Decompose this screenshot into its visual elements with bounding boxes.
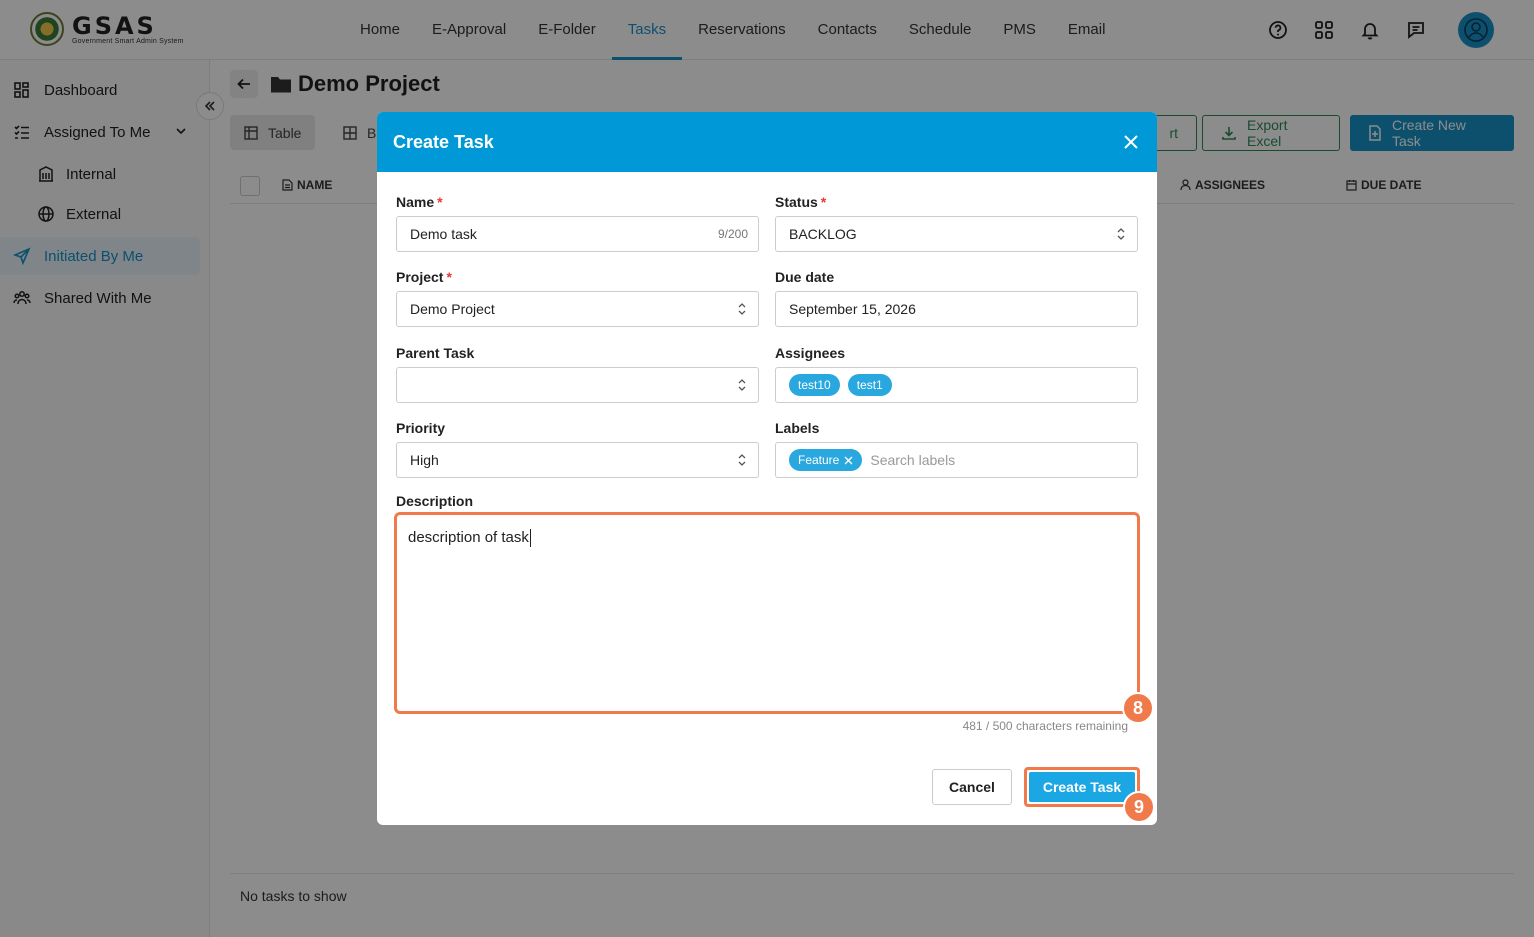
- priority-field: Priority High: [396, 420, 759, 478]
- status-select[interactable]: BACKLOG: [775, 216, 1138, 252]
- assignee-chip[interactable]: test1: [847, 374, 892, 396]
- assignees-field: Assignees test10 test1: [775, 345, 1138, 403]
- select-arrows-icon: [736, 378, 748, 392]
- create-task-dialog: Create Task Name * Demo task 9/200 Status…: [377, 112, 1157, 825]
- description-char-remaining: 481 / 500 characters remaining: [962, 719, 1128, 733]
- status-field: Status * BACKLOG: [775, 194, 1138, 252]
- project-select[interactable]: Demo Project: [396, 291, 759, 327]
- create-task-button[interactable]: Create Task: [1029, 772, 1135, 802]
- name-field: Name * Demo task 9/200: [396, 194, 759, 252]
- assignee-chip[interactable]: test10: [789, 374, 840, 396]
- project-field: Project * Demo Project: [396, 269, 759, 327]
- select-arrows-icon: [736, 453, 748, 467]
- select-arrows-icon: [1115, 227, 1127, 241]
- description-label: Description: [396, 493, 474, 509]
- remove-chip-icon[interactable]: [844, 456, 853, 465]
- priority-select[interactable]: High: [396, 442, 759, 478]
- select-arrows-icon: [736, 302, 748, 316]
- name-char-counter: 9/200: [717, 227, 748, 241]
- dialog-title: Create Task: [393, 132, 494, 152]
- dialog-header: Create Task: [377, 112, 1157, 172]
- parent-task-select[interactable]: [396, 367, 759, 403]
- description-textarea[interactable]: description of task: [394, 512, 1140, 714]
- due-date-input[interactable]: September 15, 2026: [775, 291, 1138, 327]
- cancel-button[interactable]: Cancel: [932, 769, 1012, 805]
- text-caret: [529, 529, 531, 548]
- due-date-field: Due date September 15, 2026: [775, 269, 1138, 327]
- label-chip-feature[interactable]: Feature: [789, 449, 863, 471]
- step-badge-8: 8: [1122, 692, 1154, 724]
- parent-task-field: Parent Task: [396, 345, 759, 403]
- name-input[interactable]: Demo task 9/200: [396, 216, 759, 252]
- assignees-input[interactable]: test10 test1: [775, 367, 1138, 403]
- labels-field: Labels Feature Search labels: [775, 420, 1138, 478]
- labels-input[interactable]: Feature Search labels: [775, 442, 1138, 478]
- step-badge-9: 9: [1123, 791, 1155, 823]
- create-task-highlight: Create Task: [1024, 767, 1140, 807]
- labels-search-placeholder: Search labels: [870, 452, 956, 468]
- close-icon[interactable]: [1119, 130, 1143, 154]
